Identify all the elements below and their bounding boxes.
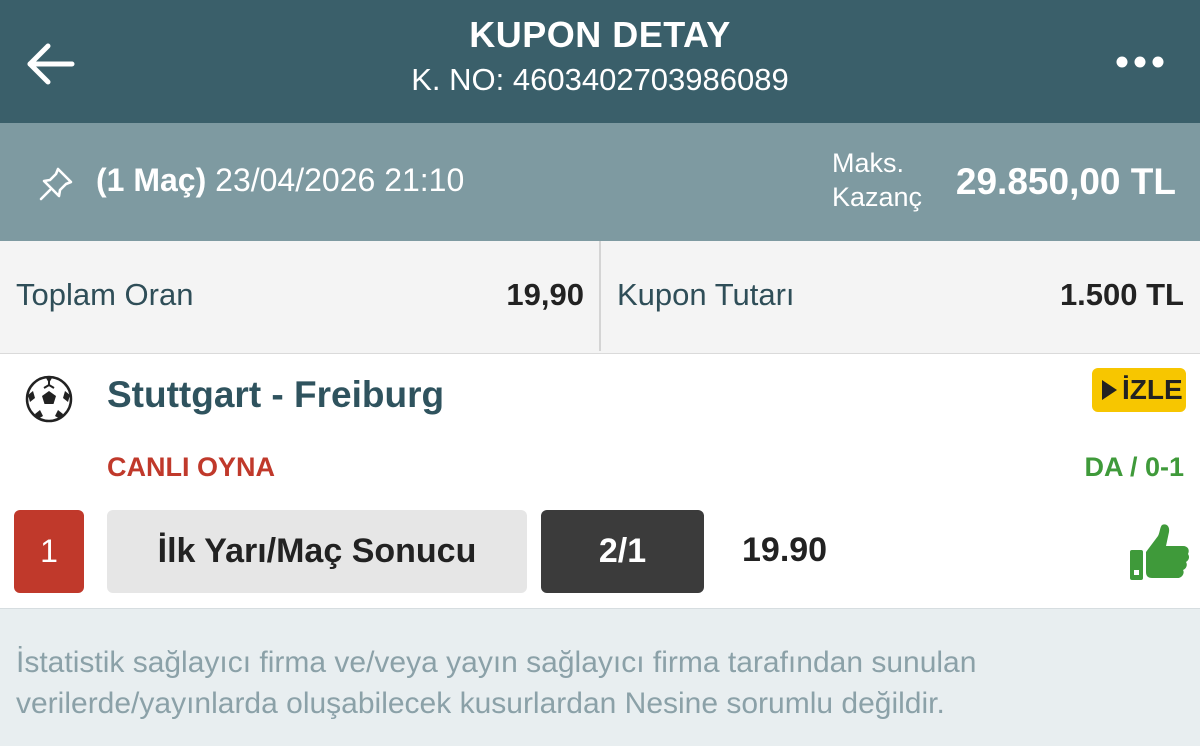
play-icon (1102, 380, 1117, 400)
total-odds-value: 19,90 (506, 277, 584, 312)
soccer-ball-icon (25, 375, 73, 423)
match-count-datetime: (1 Maç) 23/04/2026 21:10 (96, 162, 464, 199)
disclaimer-text: İstatistik sağlayıcı firma ve/veya yayın… (16, 646, 977, 720)
stake-label: Kupon Tutarı (617, 277, 795, 312)
thumbs-up-icon (1130, 524, 1190, 580)
pin-icon[interactable] (36, 164, 76, 204)
live-play-link[interactable]: CANLI OYNA (107, 452, 275, 483)
match-count: (1 Maç) (96, 162, 207, 198)
coupon-number: K. NO: 4603402703986089 (411, 62, 789, 97)
max-win-label-line1: Maks. (832, 148, 905, 178)
selection-pick: 2/1 (541, 510, 704, 593)
selection-odds: 19.90 (742, 531, 828, 569)
match-score: DA / 0-1 (1084, 452, 1184, 482)
market-name: İlk Yarı/Maç Sonucu (107, 510, 527, 593)
selection-number-badge: 1 (14, 510, 84, 593)
more-options-button[interactable] (1108, 44, 1172, 80)
total-odds-label: Toplam Oran (16, 277, 194, 312)
stats-divider (599, 241, 601, 351)
match-title[interactable]: Stuttgart - Freiburg (107, 374, 444, 416)
stake-value: 1.500 TL (1059, 277, 1184, 312)
coupon-datetime: 23/04/2026 21:10 (215, 162, 465, 198)
more-horizontal-icon (1116, 56, 1164, 68)
app-header: KUPON DETAY K. NO: 4603402703986089 (0, 0, 1200, 123)
max-win-label-line2: Kazanç (832, 182, 923, 212)
max-win-value: 29.850,00 TL (955, 161, 1176, 202)
page-title: KUPON DETAY (469, 14, 731, 55)
watch-label: İZLE (1122, 374, 1183, 405)
watch-button[interactable]: İZLE (1092, 368, 1186, 412)
max-win-label: Maks. Kazanç (832, 146, 922, 214)
